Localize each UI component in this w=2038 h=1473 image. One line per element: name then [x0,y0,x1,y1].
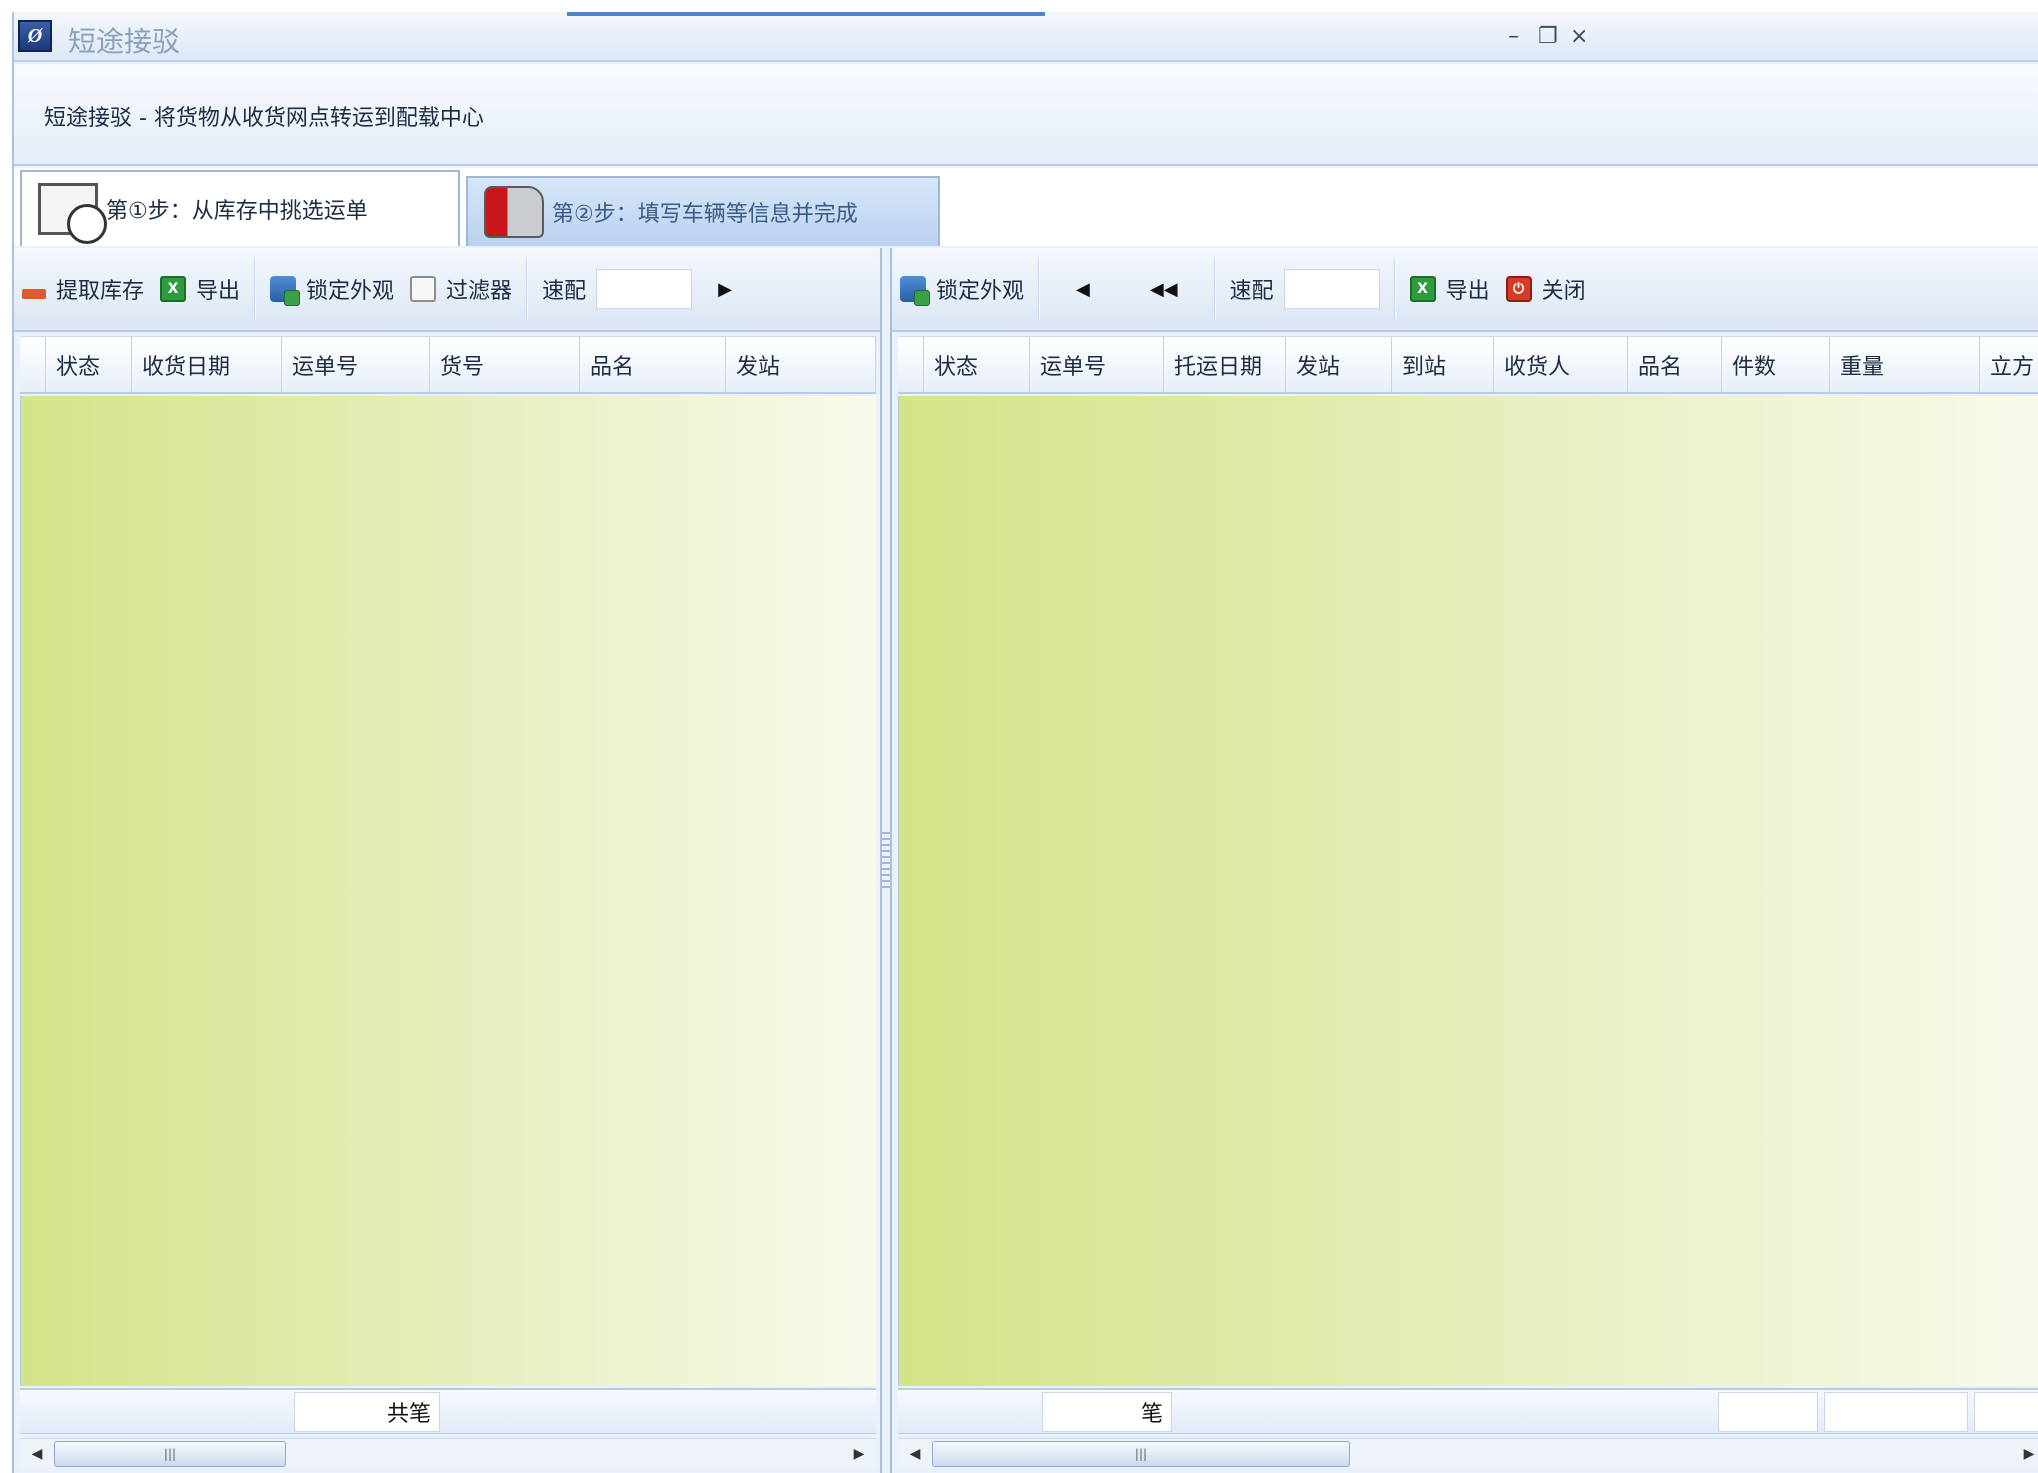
col-weight[interactable]: 重量 [1830,337,1980,392]
filter-label: 过滤器 [446,279,513,304]
tab-step-1[interactable]: 第①步：从库存中挑选运单 [20,170,460,246]
close-window-button[interactable]: × [1570,24,1588,49]
toolbar-separator [254,259,257,319]
left-toolbar: 提取库存 X 导出 锁定外观 过滤器 速配 ▶ [14,248,880,332]
tab-step-2[interactable]: 第②步：填写车辆等信息并完成 [466,176,940,246]
scroll-left-icon[interactable]: ◀ [24,1441,50,1467]
col-destination-station[interactable]: 到站 [1392,337,1494,392]
move-right-icon[interactable]: ▶ [700,279,750,300]
fetch-inventory-button[interactable]: 提取库存 [14,264,152,314]
col-receive-date[interactable]: 收货日期 [132,337,282,392]
row-indicator-header [898,337,924,392]
right-lock-layout-label: 锁定外观 [936,279,1025,304]
toolbar-separator [1038,259,1041,319]
toolbar-separator [526,259,529,319]
close-label: 关闭 [1541,279,1586,304]
calendar-clock-icon [38,183,107,244]
left-lock-layout-button[interactable]: 锁定外观 [262,264,402,314]
truck-icon [484,186,544,238]
right-export-button[interactable]: X 导出 [1402,264,1498,314]
scroll-right-icon[interactable]: ▶ [846,1441,872,1467]
right-export-label: 导出 [1445,279,1490,304]
left-export-label: 导出 [196,279,241,304]
selected-panel: 锁定外观 ◀ ◀◀ 速配 X 导出 ⏻ 关闭 状态 运单号 托运日期 发站 到站… [890,248,2038,1473]
move-left-icon[interactable]: ◀ [1046,279,1120,300]
toolbar-separator [1213,259,1216,319]
lock-layout-icon [900,276,930,306]
step-tabs: 第①步：从库存中挑选运单 第②步：填写车辆等信息并完成 [14,168,2038,246]
fetch-icon [22,289,46,299]
col-goods-no[interactable]: 货号 [430,337,580,392]
right-toolbar: 锁定外观 ◀ ◀◀ 速配 X 导出 ⏻ 关闭 [892,248,2038,332]
right-quick-match-label: 速配 [1229,279,1274,304]
left-grid-body[interactable] [20,396,876,1386]
right-quick-match: 速配 [1222,264,1388,314]
right-lock-layout-button[interactable]: 锁定外观 [892,264,1032,314]
minimize-button[interactable]: – [1508,24,1519,49]
col-waybill-no[interactable]: 运单号 [282,337,430,392]
banner-text: 短途接驳 - 将货物从收货网点转运到配载中心 [44,106,484,131]
splitter-grip[interactable] [882,832,890,892]
left-grid-header: 状态 收货日期 运单号 货号 品名 发站 [20,336,876,394]
main-window: Ø 短途接驳 – ❐ × 短途接驳 - 将货物从收货网点转运到配载中心 第①步：… [12,12,2038,1473]
col-product-name[interactable]: 品名 [580,337,726,392]
restore-button[interactable]: ❐ [1538,24,1558,49]
left-count-cell: 共笔 [294,1392,440,1432]
tab-step-2-label: 第②步：填写车辆等信息并完成 [552,202,858,227]
right-grid-header: 状态 运单号 托运日期 发站 到站 收货人 品名 件数 重量 立方 [898,336,2038,394]
col-status[interactable]: 状态 [46,337,132,392]
right-scroll-thumb[interactable]: ||| [932,1441,1350,1467]
lock-layout-icon [270,276,301,306]
title-bar: Ø 短途接驳 – ❐ × [14,12,2038,62]
filter-button[interactable]: 过滤器 [402,264,520,314]
fetch-inventory-label: 提取库存 [56,279,145,304]
left-horizontal-scrollbar[interactable]: ◀ ||| ▶ [20,1438,876,1468]
left-quick-match: 速配 [534,264,700,314]
excel-icon: X [1409,276,1436,302]
col-origin-station[interactable]: 发站 [1286,337,1392,392]
col-waybill-no[interactable]: 运单号 [1030,337,1164,392]
col-consign-date[interactable]: 托运日期 [1164,337,1286,392]
scroll-right-icon[interactable]: ▶ [2016,1441,2038,1467]
description-banner: 短途接驳 - 将货物从收货网点转运到配载中心 [14,64,2038,166]
right-grid-body[interactable] [898,396,2038,1386]
right-horizontal-scrollbar[interactable]: ◀ ||| ▶ [898,1438,2038,1468]
col-product-name[interactable]: 品名 [1628,337,1722,392]
col-status[interactable]: 状态 [924,337,1030,392]
move-all-left-icon[interactable]: ◀◀ [1120,279,1208,300]
left-summary-footer: 共笔 [20,1388,876,1434]
power-icon: ⏻ [1505,276,1532,302]
left-quick-match-label: 速配 [542,279,587,304]
tab-step-1-label: 第①步：从库存中挑选运单 [106,199,368,224]
weight-total-cell [1824,1392,1968,1432]
app-icon: Ø [18,20,52,52]
inventory-panel: 提取库存 X 导出 锁定外观 过滤器 速配 ▶ 状态 收货日期 运单号 货号 品… [14,248,882,1473]
piece-total-cell [1718,1392,1818,1432]
left-quick-match-input[interactable] [596,269,693,309]
col-volume[interactable]: 立方 [1980,337,2038,392]
close-button[interactable]: ⏻ 关闭 [1498,264,1594,314]
filter-icon [410,276,437,302]
row-indicator-header [20,337,46,392]
col-origin-station[interactable]: 发站 [726,337,876,392]
volume-total-cell [1974,1392,2038,1432]
title-accent [567,12,1045,16]
window-title: 短途接驳 [68,25,181,58]
right-quick-match-input[interactable] [1283,269,1380,309]
col-consignee[interactable]: 收货人 [1494,337,1628,392]
right-count-cell: 笔 [1042,1392,1172,1432]
left-export-button[interactable]: X 导出 [152,264,248,314]
excel-icon: X [160,276,187,302]
right-summary-footer: 笔 [898,1388,2038,1434]
left-lock-layout-label: 锁定外观 [306,279,395,304]
toolbar-separator [1393,259,1396,319]
scroll-left-icon[interactable]: ◀ [902,1441,928,1467]
left-scroll-thumb[interactable]: ||| [54,1441,286,1467]
col-piece-count[interactable]: 件数 [1722,337,1830,392]
